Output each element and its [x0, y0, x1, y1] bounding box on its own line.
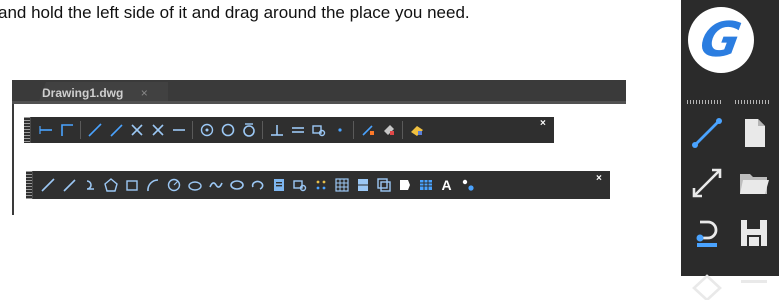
toolbar-separator	[262, 121, 263, 139]
minus-icon[interactable]	[732, 258, 776, 308]
gstarcad-logo: G	[688, 7, 754, 73]
draw-tool-column	[685, 108, 729, 308]
ellipse-arc-icon[interactable]	[247, 175, 268, 195]
cross-x-alt-icon[interactable]	[147, 120, 168, 140]
circle-center-icon[interactable]	[196, 120, 217, 140]
toolbar-close-icon[interactable]: ×	[540, 119, 550, 130]
eraser-icon[interactable]	[406, 120, 427, 140]
extend-line-icon[interactable]	[35, 120, 56, 140]
construction-line-tool-icon[interactable]	[685, 158, 729, 208]
toolbar-close-icon[interactable]: ×	[596, 174, 606, 185]
circle-icon[interactable]	[217, 120, 238, 140]
line-icon[interactable]	[84, 120, 105, 140]
perpendicular-icon[interactable]	[266, 120, 287, 140]
add-selected-icon[interactable]	[457, 175, 478, 195]
ellipse-filled-icon[interactable]	[226, 175, 247, 195]
rectangle-icon[interactable]	[121, 175, 142, 195]
open-folder-icon[interactable]	[732, 158, 776, 208]
drawing-tab-bar: Drawing1.dwg ×	[12, 80, 626, 104]
corner-line-icon[interactable]	[56, 120, 77, 140]
gradient-icon[interactable]	[352, 175, 373, 195]
polyline-arc-icon[interactable]	[79, 175, 100, 195]
toolbar-separator	[80, 121, 81, 139]
hatch-icon[interactable]	[331, 175, 352, 195]
ellipse-icon[interactable]	[184, 175, 205, 195]
point-icon[interactable]	[310, 175, 331, 195]
save-icon[interactable]	[732, 208, 776, 258]
circle-tangent-icon[interactable]	[238, 120, 259, 140]
polygon-icon[interactable]	[100, 175, 121, 195]
ray-icon[interactable]	[105, 120, 126, 140]
construction-line-icon[interactable]	[58, 175, 79, 195]
toolbar-separator	[192, 121, 193, 139]
new-file-icon[interactable]	[732, 108, 776, 158]
toolbar-drag-handle[interactable]	[24, 117, 31, 143]
left-column-grip[interactable]	[687, 100, 721, 104]
snap-box-icon[interactable]	[308, 120, 329, 140]
toolbar-drag-handle[interactable]	[26, 171, 33, 199]
draw-toolbar: A ×	[26, 171, 610, 199]
spline-icon[interactable]	[205, 175, 226, 195]
insert-block-icon[interactable]	[268, 175, 289, 195]
circle-icon[interactable]	[163, 175, 184, 195]
instruction-caption: and hold the left side of it and drag ar…	[0, 3, 470, 22]
dot-icon[interactable]	[329, 120, 350, 140]
drawing-tab-label: Drawing1.dwg	[42, 86, 124, 100]
table-icon[interactable]	[415, 175, 436, 195]
polyline-tool-icon[interactable]	[685, 208, 729, 258]
magnet-icon[interactable]	[378, 120, 399, 140]
text-icon[interactable]: A	[436, 175, 457, 195]
logo-letter: G	[696, 12, 746, 68]
toolbar-separator	[353, 121, 354, 139]
toolbar-separator	[402, 121, 403, 139]
polygon-tool-icon[interactable]	[685, 258, 729, 308]
right-tool-panel: G	[681, 0, 779, 300]
line-icon[interactable]	[37, 175, 58, 195]
arc-icon[interactable]	[142, 175, 163, 195]
cross-x-icon[interactable]	[126, 120, 147, 140]
region-icon[interactable]	[373, 175, 394, 195]
table-shape-icon[interactable]	[394, 175, 415, 195]
snap-settings-icon[interactable]	[357, 120, 378, 140]
dash-line-icon[interactable]	[168, 120, 189, 140]
drawing-tab-close-icon[interactable]: ×	[141, 86, 148, 100]
line-tool-icon[interactable]	[685, 108, 729, 158]
parallel-icon[interactable]	[287, 120, 308, 140]
create-block-icon[interactable]	[289, 175, 310, 195]
snap-toolbar: ×	[24, 117, 554, 143]
file-tool-column	[732, 108, 776, 308]
right-column-grip[interactable]	[735, 100, 769, 104]
